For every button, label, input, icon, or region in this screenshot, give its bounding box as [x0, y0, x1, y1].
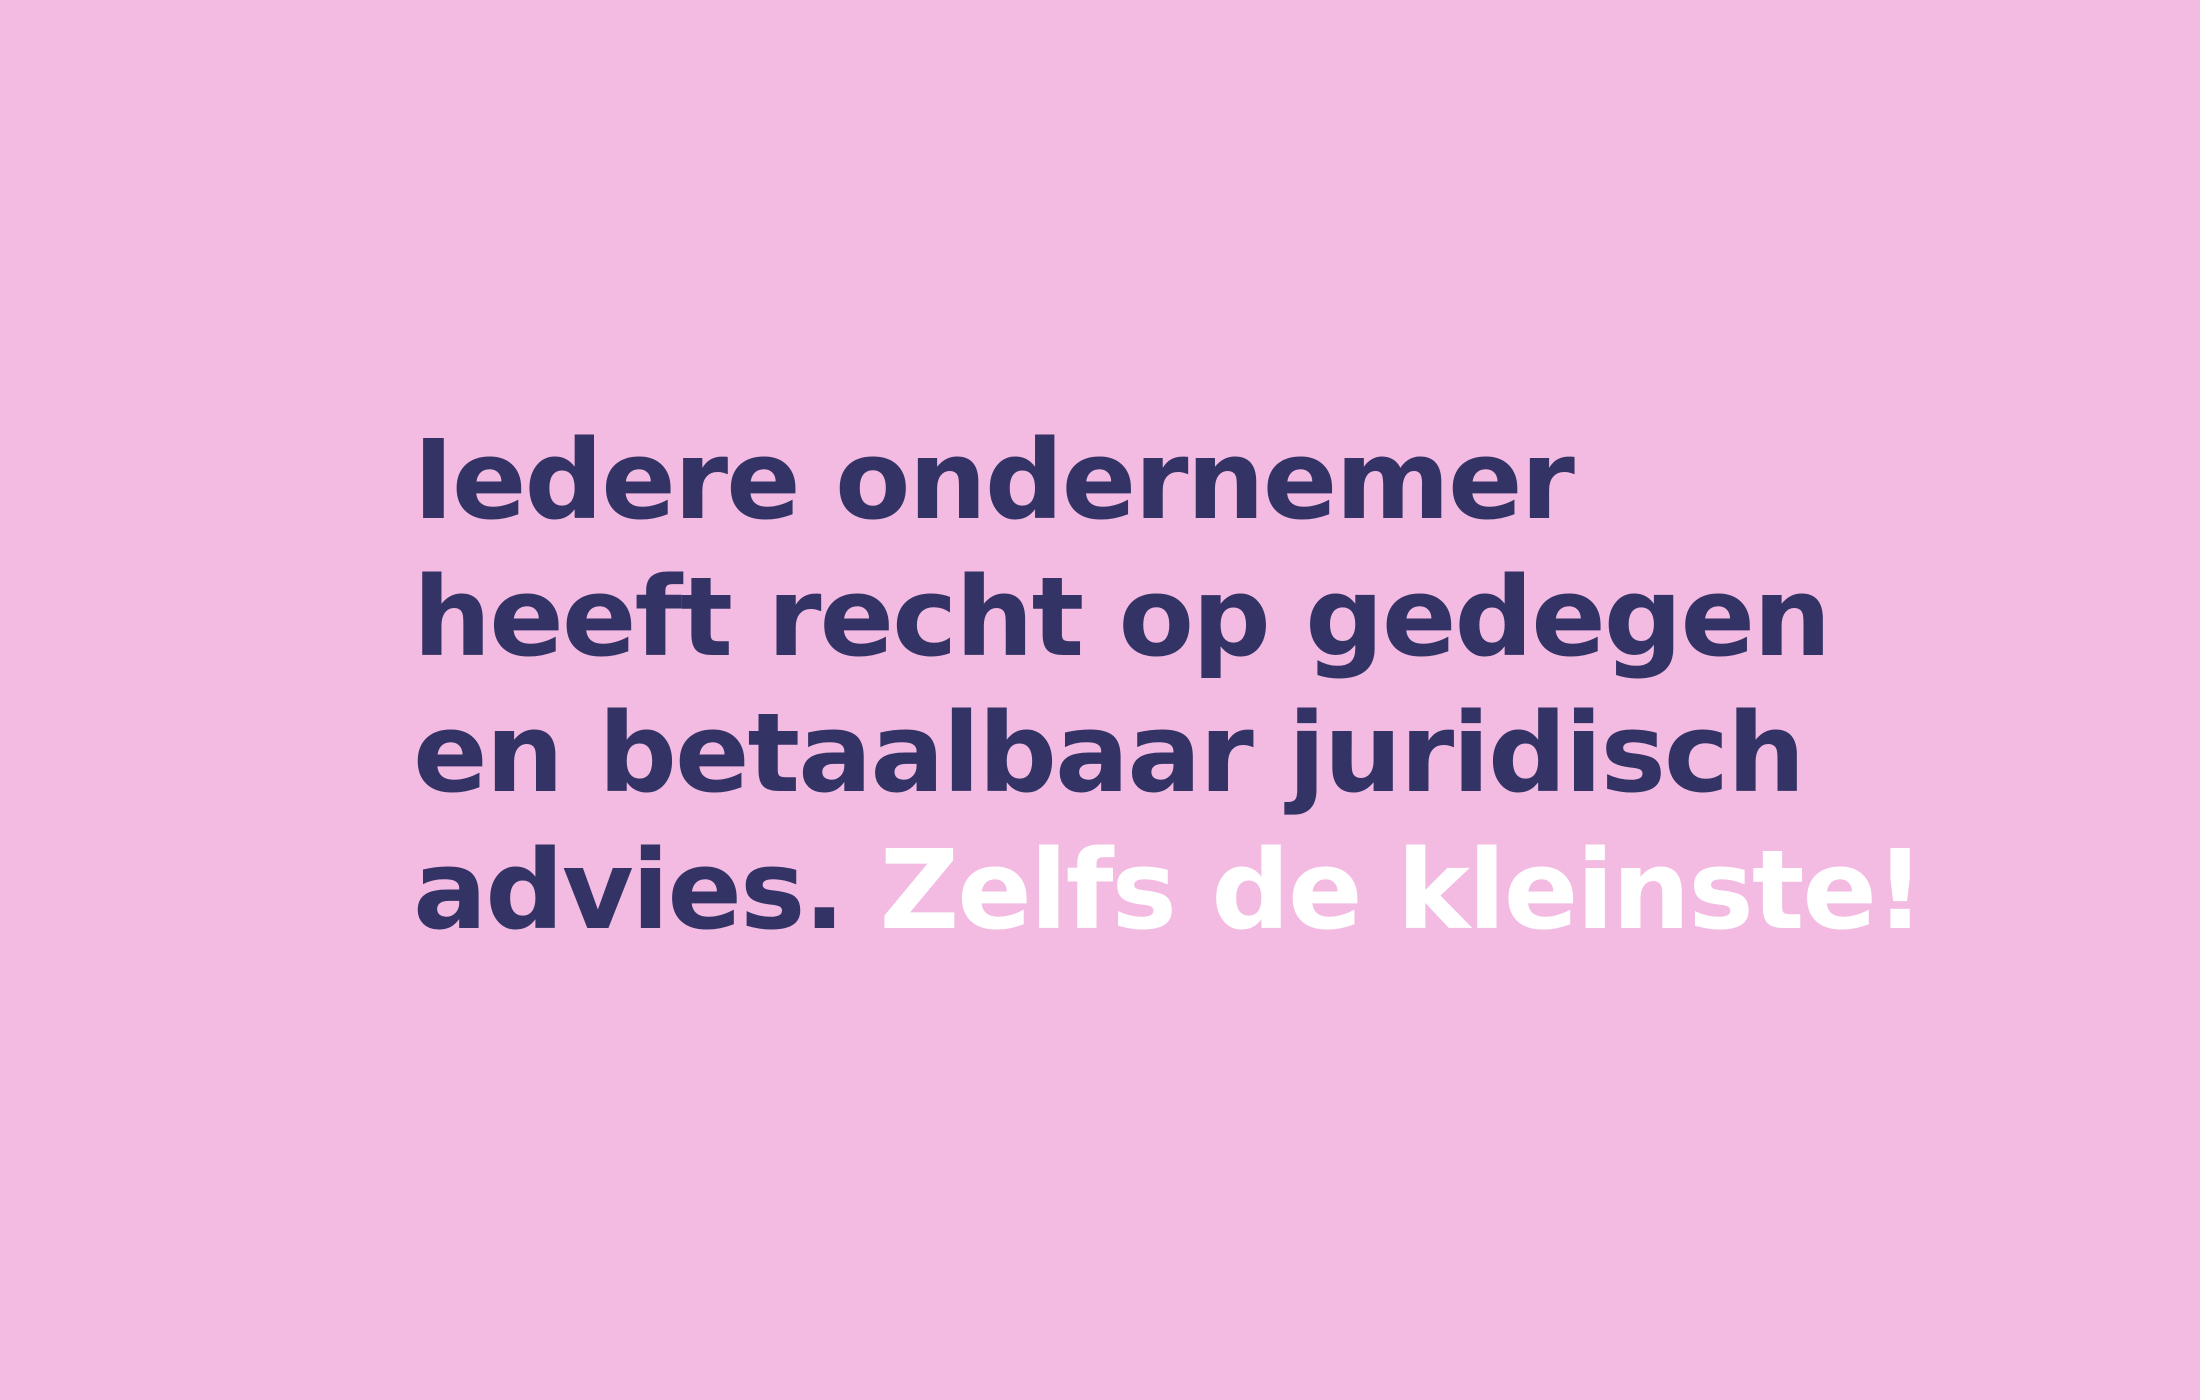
statement-heading: Iedere ondernemer heeft recht op gedegen… [413, 412, 1925, 959]
statement-line-4-text: advies. [413, 825, 845, 954]
statement-line-4: advies. Zelfs de kleinste! [413, 822, 1925, 959]
slide-background: Iedere ondernemer heeft recht op gedegen… [0, 0, 2200, 1400]
statement-line-3: en betaalbaar juridisch [413, 689, 1805, 817]
statement-line-2: heeft recht op gedegen [413, 552, 1831, 681]
statement-highlight: Zelfs de kleinste! [879, 825, 1926, 954]
statement-line-1: Iedere ondernemer [413, 416, 1575, 544]
